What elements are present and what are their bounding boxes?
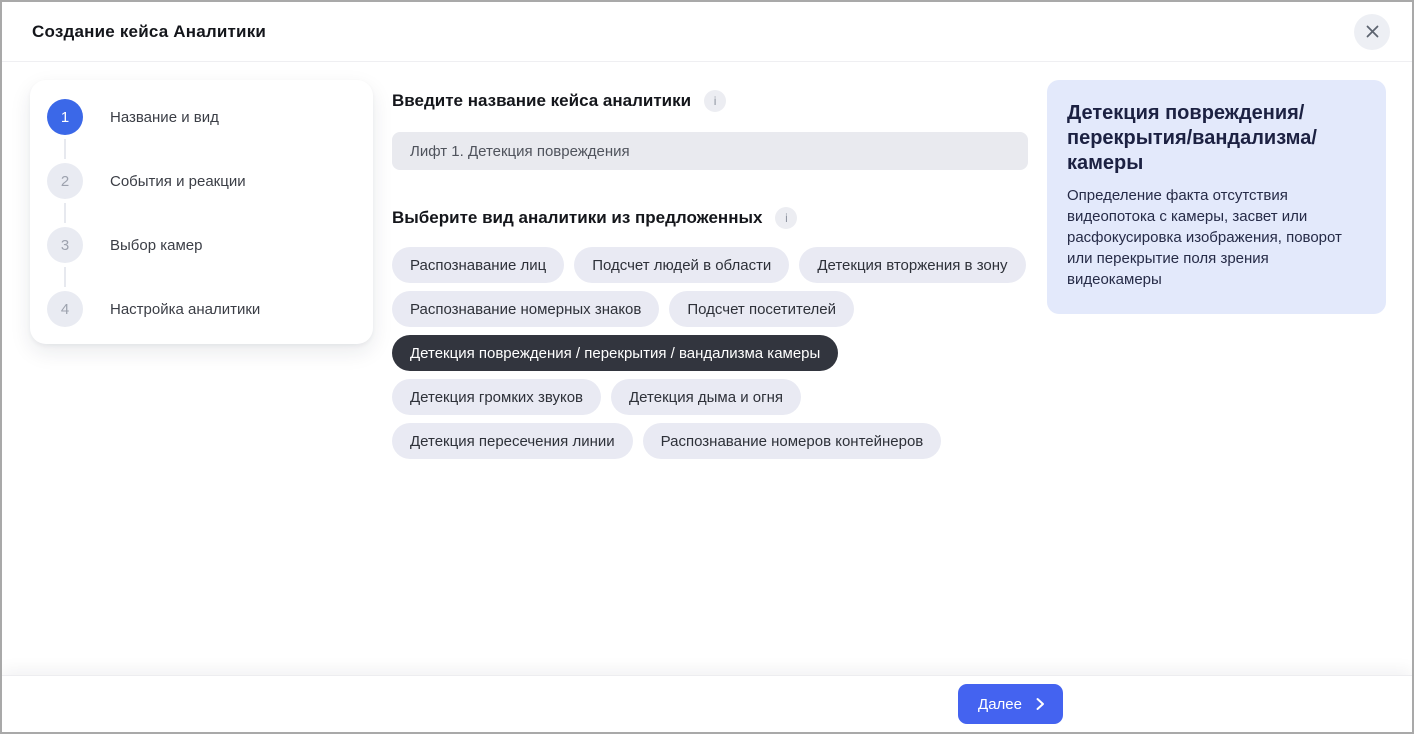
case-name-input[interactable] <box>392 132 1028 170</box>
chip-row: Детекция громких звуков Детекция дыма и о… <box>392 379 1028 415</box>
analytics-type-section-title: Выберите вид аналитики из предложенных <box>392 208 762 228</box>
analytics-type-chip[interactable]: Детекция повреждения / перекрытия / ванд… <box>392 335 838 371</box>
stepper-item-name-and-type[interactable]: 1 Название и вид <box>47 99 353 135</box>
analytics-type-chip[interactable]: Детекция дыма и огня <box>611 379 801 415</box>
step-label: Выбор камер <box>110 237 202 254</box>
analytics-type-chip[interactable]: Детекция вторжения в зону <box>799 247 1025 283</box>
stepper: 1 Название и вид 2 События и реакции 3 В… <box>30 80 373 344</box>
step-label: Настройка аналитики <box>110 301 260 318</box>
stepper-connector <box>64 139 66 159</box>
modal-title: Создание кейса Аналитики <box>32 22 266 42</box>
case-name-section-title: Введите название кейса аналитики <box>392 91 691 111</box>
close-button[interactable] <box>1354 14 1390 50</box>
modal-footer: Далее <box>2 675 1412 732</box>
step-number-badge: 4 <box>47 291 83 327</box>
stepper-connector <box>64 267 66 287</box>
stepper-item-events-and-reactions[interactable]: 2 События и реакции <box>47 163 353 199</box>
analytics-type-info-panel: Детекция повреждения/перекрытия/вандализ… <box>1047 80 1386 314</box>
analytics-type-chip[interactable]: Подсчет посетителей <box>669 291 854 327</box>
case-name-section-header: Введите название кейса аналитики i <box>392 90 1028 112</box>
analytics-type-chip[interactable]: Детекция громких звуков <box>392 379 601 415</box>
step-label: События и реакции <box>110 173 246 190</box>
chip-row: Детекция повреждения / перекрытия / ванд… <box>392 335 1028 371</box>
info-icon[interactable]: i <box>775 207 797 229</box>
info-icon[interactable]: i <box>704 90 726 112</box>
info-panel-description: Определение факта отсутствия видеопотока… <box>1067 185 1366 290</box>
step-number-badge: 1 <box>47 99 83 135</box>
analytics-type-chip-list: Распознавание лиц Подсчет людей в области… <box>392 247 1028 459</box>
step-number-badge: 2 <box>47 163 83 199</box>
form-area: Введите название кейса аналитики i Выбер… <box>392 90 1028 459</box>
create-analytics-case-modal: Создание кейса Аналитики 1 Название и ви… <box>0 0 1414 734</box>
modal-header: Создание кейса Аналитики <box>2 2 1412 62</box>
stepper-item-analytics-settings[interactable]: 4 Настройка аналитики <box>47 291 353 327</box>
chip-row: Распознавание лиц Подсчет людей в области… <box>392 247 1028 283</box>
chevron-right-icon <box>1033 697 1047 711</box>
analytics-type-section-header: Выберите вид аналитики из предложенных i <box>392 207 1028 229</box>
info-panel-title: Детекция повреждения/перекрытия/вандализ… <box>1067 101 1366 176</box>
stepper-connector <box>64 203 66 223</box>
analytics-type-chip[interactable]: Распознавание номерных знаков <box>392 291 659 327</box>
stepper-item-camera-selection[interactable]: 3 Выбор камер <box>47 227 353 263</box>
analytics-type-chip[interactable]: Детекция пересечения линии <box>392 423 633 459</box>
close-icon <box>1365 24 1380 39</box>
chip-row: Детекция пересечения линии Распознавание … <box>392 423 1028 459</box>
analytics-type-chip[interactable]: Подсчет людей в области <box>574 247 789 283</box>
step-number-badge: 3 <box>47 227 83 263</box>
step-label: Название и вид <box>110 109 219 126</box>
next-button-label: Далее <box>978 696 1022 713</box>
analytics-type-chip[interactable]: Распознавание лиц <box>392 247 564 283</box>
chip-row: Распознавание номерных знаков Подсчет пос… <box>392 291 1028 327</box>
next-button[interactable]: Далее <box>958 684 1063 724</box>
analytics-type-chip[interactable]: Распознавание номеров контейнеров <box>643 423 942 459</box>
